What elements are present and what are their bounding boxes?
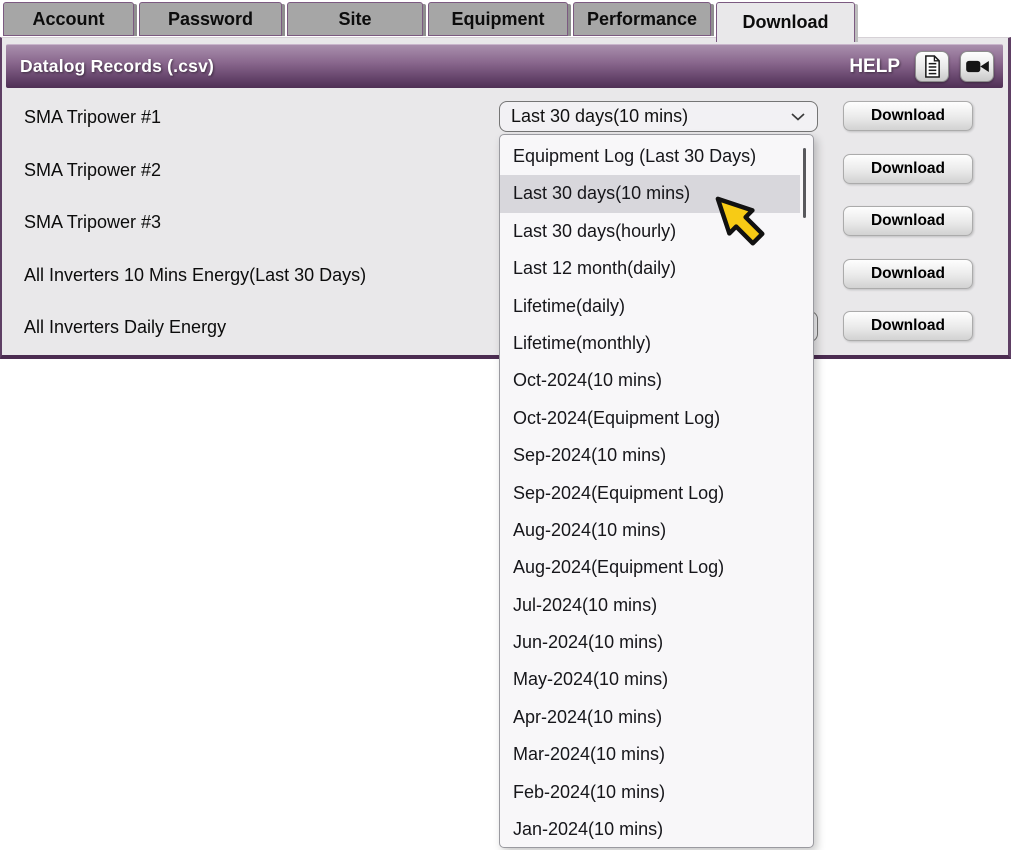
dropdown-option[interactable]: Jul-2024(10 mins): [500, 587, 800, 624]
dropdown-option[interactable]: Sep-2024(10 mins): [500, 437, 800, 474]
dropdown-option[interactable]: Jun-2024(10 mins): [500, 624, 800, 661]
page-title: Datalog Records (.csv): [6, 56, 214, 77]
download-button-row5[interactable]: Download: [843, 311, 973, 341]
download-button-row3[interactable]: Download: [843, 206, 973, 236]
range-select-value: Last 30 days(10 mins): [500, 106, 688, 127]
row-label-tripower-2: SMA Tripower #2: [24, 160, 161, 181]
video-camera-icon: [965, 58, 990, 75]
dropdown-option[interactable]: Apr-2024(10 mins): [500, 699, 800, 736]
dropdown-option[interactable]: Lifetime(daily): [500, 288, 800, 325]
tab-bar: Account Password Site Equipment Performa…: [3, 2, 855, 42]
row-label-all-inverters-daily: All Inverters Daily Energy: [24, 317, 226, 338]
download-button-row2[interactable]: Download: [843, 154, 973, 184]
document-icon: [923, 55, 942, 78]
tab-equipment[interactable]: Equipment: [428, 2, 568, 36]
tab-download[interactable]: Download: [716, 2, 855, 42]
video-help-button[interactable]: [960, 51, 994, 82]
dropdown-option[interactable]: Equipment Log (Last 30 Days): [500, 138, 800, 175]
dropdown-option[interactable]: Oct-2024(10 mins): [500, 362, 800, 399]
dropdown-option[interactable]: Lifetime(monthly): [500, 325, 800, 362]
document-help-button[interactable]: [915, 51, 949, 82]
dropdown-option[interactable]: Aug-2024(Equipment Log): [500, 549, 800, 586]
tab-account[interactable]: Account: [3, 2, 134, 36]
tab-site[interactable]: Site: [287, 2, 423, 36]
panel-header: Datalog Records (.csv) HELP: [6, 44, 1003, 88]
dropdown-option[interactable]: Feb-2024(10 mins): [500, 774, 800, 811]
help-link[interactable]: HELP: [849, 56, 900, 78]
download-button-row1[interactable]: Download: [843, 101, 973, 131]
dropdown-option[interactable]: May-2024(10 mins): [500, 661, 800, 698]
download-button-row4[interactable]: Download: [843, 259, 973, 289]
dropdown-option[interactable]: Mar-2024(10 mins): [500, 736, 800, 773]
chevron-down-icon: [791, 113, 805, 121]
row-label-tripower-3: SMA Tripower #3: [24, 212, 161, 233]
row-label-all-inverters-10min: All Inverters 10 Mins Energy(Last 30 Day…: [24, 265, 366, 286]
dropdown-option[interactable]: Sep-2024(Equipment Log): [500, 475, 800, 512]
page: Account Password Site Equipment Performa…: [0, 0, 1012, 850]
row-label-tripower-1: SMA Tripower #1: [24, 107, 161, 128]
range-select-row1[interactable]: Last 30 days(10 mins): [499, 101, 818, 132]
dropdown-option[interactable]: Oct-2024(Equipment Log): [500, 400, 800, 437]
dropdown-option[interactable]: Aug-2024(10 mins): [500, 512, 800, 549]
cursor-arrow-icon: [709, 190, 771, 257]
dropdown-option[interactable]: Jan-2024(10 mins): [500, 811, 800, 848]
tab-password[interactable]: Password: [139, 2, 282, 36]
header-actions: HELP: [849, 51, 1003, 82]
tab-performance[interactable]: Performance: [573, 2, 711, 36]
dropdown-scrollbar[interactable]: [803, 148, 806, 218]
